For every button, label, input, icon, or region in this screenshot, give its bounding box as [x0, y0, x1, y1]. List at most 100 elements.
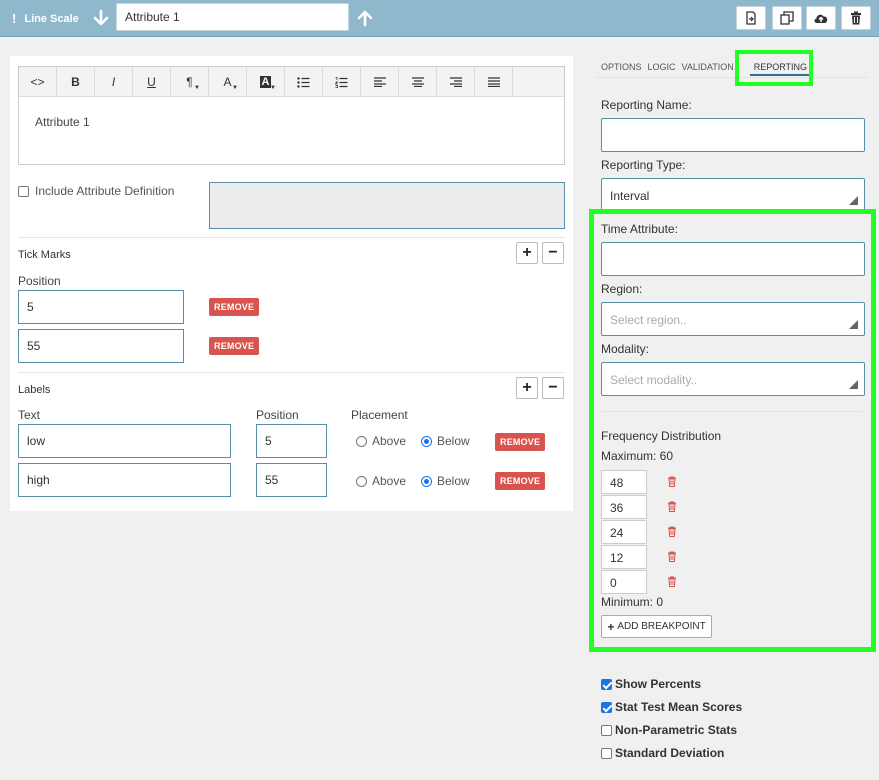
align-justify-button[interactable] [475, 67, 513, 97]
label-position-header: Position [256, 408, 299, 422]
add-label-button[interactable]: + [516, 377, 538, 399]
numbered-list-button[interactable] [323, 67, 361, 97]
trash-icon [851, 11, 861, 25]
std-dev-checkbox[interactable] [601, 747, 612, 759]
alert-icon: ! [12, 11, 17, 26]
tick-position-input[interactable]: 5 [18, 290, 184, 324]
label-text-input[interactable]: high [18, 463, 231, 497]
italic-button[interactable]: I [95, 67, 133, 97]
copy-icon [780, 11, 794, 25]
tick-marks-title: Tick Marks [18, 249, 71, 261]
std-dev-option[interactable]: Standard Deviation [601, 746, 724, 760]
non-parametric-label: Non-Parametric Stats [615, 723, 738, 737]
export-icon [746, 11, 756, 25]
delete-button[interactable] [841, 6, 871, 30]
move-down-icon[interactable] [92, 9, 110, 27]
bullet-list-button[interactable] [285, 67, 323, 97]
attribute-editor-panel: <> B I U ¶ ▼ A ▼ A ▼ Attribute 1 Include… [10, 56, 573, 511]
align-center-icon [411, 77, 424, 87]
stat-test-checkbox[interactable] [601, 701, 612, 713]
placement-below-option[interactable]: Below [421, 434, 470, 448]
align-center-button[interactable] [399, 67, 437, 97]
non-parametric-option[interactable]: Non-Parametric Stats [601, 723, 737, 737]
align-left-button[interactable] [361, 67, 399, 97]
below-radio[interactable] [421, 435, 432, 447]
label-position-input[interactable]: 5 [256, 424, 327, 458]
show-percents-label: Show Percents [615, 677, 702, 691]
attribute-name-input[interactable]: Attribute 1 [116, 3, 349, 31]
include-definition-label: Include Attribute Definition [35, 184, 175, 198]
remove-tick-button-1[interactable]: REMOVE [209, 298, 260, 316]
above-radio[interactable] [356, 435, 367, 447]
divider [18, 237, 565, 238]
ol-list-icon [335, 76, 348, 88]
below-label: Below [437, 434, 470, 448]
bold-icon: B [71, 75, 80, 89]
italic-icon: I [111, 75, 116, 89]
underline-icon: U [147, 75, 156, 89]
align-right-button[interactable] [437, 67, 475, 97]
tab-logic[interactable]: LOGIC [648, 62, 682, 76]
export-button[interactable] [736, 6, 766, 30]
remove-tick-button[interactable]: − [542, 242, 564, 264]
tab-options[interactable]: OPTIONS [601, 62, 648, 76]
code-icon: <> [30, 75, 45, 89]
add-tick-button[interactable]: + [516, 242, 538, 264]
tabs-divider [596, 77, 868, 78]
ul-list-icon [297, 76, 310, 88]
align-left-icon [373, 77, 386, 87]
background-color-button[interactable]: A ▼ [247, 67, 285, 97]
tick-position-input[interactable]: 55 [18, 329, 184, 363]
show-percents-option[interactable]: Show Percents [601, 677, 701, 691]
bold-button[interactable]: B [57, 67, 95, 97]
question-type[interactable]: ! Line Scale [12, 11, 79, 26]
above-radio[interactable] [356, 475, 367, 487]
include-definition-row: Include Attribute Definition [18, 184, 174, 198]
copy-button[interactable] [772, 6, 802, 30]
font-color-button[interactable]: A ▼ [209, 67, 247, 97]
reporting-name-input[interactable] [601, 118, 865, 152]
remove-label-button[interactable]: − [542, 377, 564, 399]
reporting-highlight [589, 209, 876, 652]
align-right-icon [449, 77, 462, 87]
reporting-type-value: Interval [610, 189, 650, 203]
std-dev-label: Standard Deviation [615, 746, 725, 760]
placement-below-option[interactable]: Below [421, 474, 470, 488]
below-radio[interactable] [421, 475, 432, 487]
reporting-type-label: Reporting Type: [601, 158, 686, 172]
source-code-button[interactable]: <> [19, 67, 57, 97]
remove-label-button-2[interactable]: REMOVE [495, 472, 546, 490]
above-label: Above [372, 434, 407, 448]
placement-above-option[interactable]: Above [356, 434, 406, 448]
placement-above-option[interactable]: Above [356, 474, 406, 488]
above-label: Above [372, 474, 407, 488]
cloud-upload-button[interactable] [806, 6, 836, 30]
cloud-upload-icon [814, 14, 828, 23]
label-text-header: Text [18, 408, 41, 422]
move-up-icon[interactable] [356, 9, 374, 27]
tab-validation[interactable]: VALIDATION [682, 62, 740, 76]
non-parametric-checkbox[interactable] [601, 724, 612, 736]
label-position-input[interactable]: 55 [256, 463, 327, 497]
stat-test-option[interactable]: Stat Test Mean Scores [601, 700, 742, 714]
remove-tick-button-2[interactable]: REMOVE [209, 337, 260, 355]
show-percents-checkbox[interactable] [601, 678, 612, 690]
label-text-input[interactable]: low [18, 424, 231, 458]
reporting-type-select[interactable]: Interval [601, 178, 865, 212]
remove-label-button-1[interactable]: REMOVE [495, 433, 546, 451]
paragraph-icon: ¶ [186, 75, 193, 89]
stat-test-label: Stat Test Mean Scores [615, 700, 743, 714]
tab-highlight [735, 50, 813, 86]
editor-content[interactable]: Attribute 1 [19, 97, 564, 147]
dropdown-arrow-icon [849, 196, 858, 205]
editor-toolbar: <> B I U ¶ ▼ A ▼ A ▼ [19, 67, 564, 97]
below-label: Below [437, 474, 470, 488]
include-definition-checkbox[interactable] [18, 185, 29, 197]
font-color-icon: A [223, 75, 232, 89]
definition-textarea[interactable] [209, 182, 565, 229]
label-placement-header: Placement [351, 408, 408, 422]
paragraph-button[interactable]: ¶ ▼ [171, 67, 209, 97]
rich-text-editor[interactable]: <> B I U ¶ ▼ A ▼ A ▼ Attribute 1 [18, 66, 565, 165]
underline-button[interactable]: U [133, 67, 171, 97]
align-justify-icon [487, 77, 500, 87]
